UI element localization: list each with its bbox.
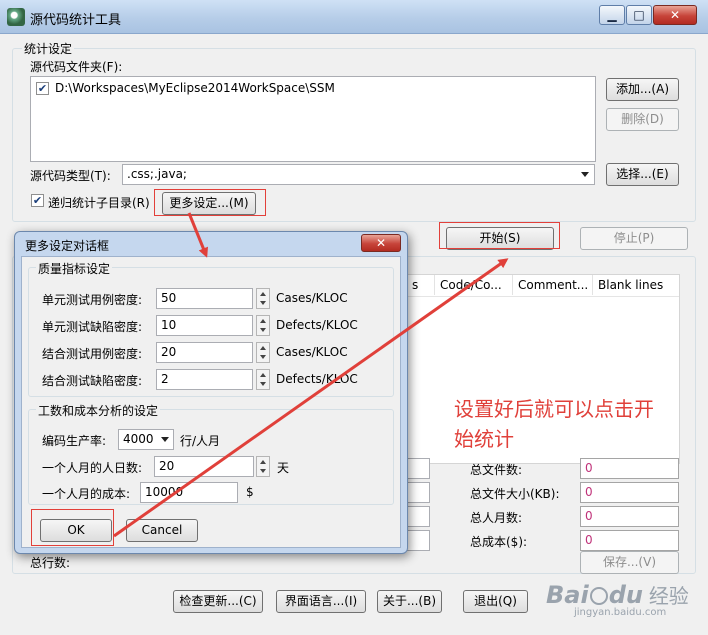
arrow-to-dialog bbox=[187, 212, 209, 258]
watermark-brand-suffix: du bbox=[608, 581, 643, 609]
baidu-watermark: Bai du 经验 jingyan.baidu.com bbox=[546, 580, 689, 618]
watermark-url: jingyan.baidu.com bbox=[574, 607, 667, 618]
annotation-text: 设置好后就可以点击开 始统计 bbox=[454, 394, 654, 454]
paw-icon bbox=[589, 587, 608, 605]
annotation-line: 设置好后就可以点击开 bbox=[454, 397, 654, 421]
watermark-brand: Bai bbox=[546, 581, 589, 609]
annotation-arrows bbox=[113, 212, 509, 538]
arrow-to-start bbox=[113, 258, 509, 538]
annotation-line: 始统计 bbox=[454, 427, 514, 451]
watermark-tag: 经验 bbox=[648, 584, 689, 608]
